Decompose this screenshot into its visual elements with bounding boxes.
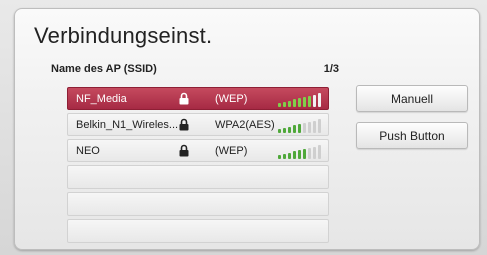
signal-bar [308, 95, 311, 107]
ap-security-type: (WEP) [215, 145, 248, 157]
empty-ap-row [67, 219, 329, 243]
signal-bar [278, 129, 281, 133]
signal-strength-icon [278, 92, 324, 107]
signal-bar [283, 153, 286, 159]
ap-security-type: WPA2(AES) [215, 119, 275, 131]
signal-bar [318, 145, 321, 159]
signal-bar [298, 124, 301, 133]
ap-security-type: (WEP) [215, 93, 248, 105]
ap-row[interactable]: NF_Media (WEP) [67, 87, 329, 110]
signal-bar [308, 121, 311, 133]
ap-ssid: Belkin_N1_Wireles... [76, 119, 178, 131]
page-indicator: 1/3 [323, 63, 339, 75]
signal-bar [318, 119, 321, 133]
signal-bar [293, 125, 296, 133]
signal-bar [288, 126, 291, 133]
ssid-column-header: Name des AP (SSID) [51, 63, 157, 75]
signal-bar [298, 98, 301, 107]
signal-bar [293, 99, 296, 107]
ap-ssid: NF_Media [76, 93, 127, 105]
signal-bar [283, 101, 286, 107]
signal-bar [278, 103, 281, 107]
signal-bar [318, 93, 321, 107]
signal-bar [303, 123, 306, 133]
connection-settings-dialog: Verbindungseinst. Name des AP (SSID) 1/3… [14, 8, 480, 250]
lock-icon [179, 118, 189, 131]
lock-icon [179, 92, 189, 105]
ap-row[interactable]: NEO (WEP) [67, 139, 329, 162]
signal-bar [308, 147, 311, 159]
signal-bar [313, 146, 316, 159]
empty-ap-row [67, 165, 329, 189]
manual-button[interactable]: Manuell [356, 85, 468, 112]
signal-strength-icon [278, 144, 324, 159]
access-point-list: NF_Media (WEP) Belkin_N1_Wireles... WPA2(AE… [67, 87, 329, 246]
ap-row[interactable]: Belkin_N1_Wireles... WPA2(AES) [67, 113, 329, 136]
signal-bar [303, 149, 306, 159]
empty-ap-row [67, 192, 329, 216]
dialog-title: Verbindungseinst. [34, 23, 213, 48]
signal-bar [303, 97, 306, 107]
signal-bar [313, 94, 316, 107]
signal-bar [288, 152, 291, 159]
signal-strength-icon [278, 118, 324, 133]
signal-bar [283, 127, 286, 133]
signal-bar [278, 155, 281, 159]
signal-bar [293, 151, 296, 159]
signal-bar [298, 150, 301, 159]
signal-bar [313, 120, 316, 133]
push-button-button[interactable]: Push Button [356, 122, 468, 149]
screen-background: Verbindungseinst. Name des AP (SSID) 1/3… [0, 0, 487, 255]
signal-bar [288, 100, 291, 107]
ap-ssid: NEO [76, 145, 100, 157]
lock-icon [179, 144, 189, 157]
